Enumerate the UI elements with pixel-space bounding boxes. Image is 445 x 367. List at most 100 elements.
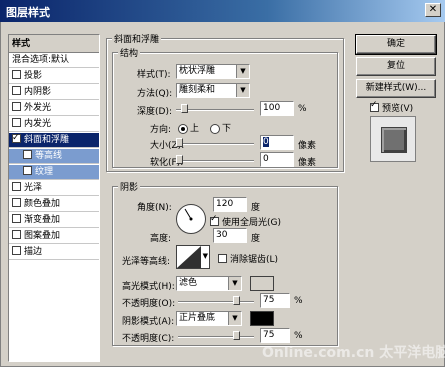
checkbox[interactable] — [12, 182, 21, 191]
ok-button[interactable]: 确定 — [355, 34, 437, 55]
size-field-value: 0 — [263, 137, 269, 147]
checkbox[interactable] — [12, 230, 21, 239]
depth-field[interactable]: 100 — [260, 101, 294, 116]
global-light-option[interactable]: 使用全局光(G) — [210, 214, 281, 228]
checkbox[interactable] — [12, 214, 21, 223]
checkbox[interactable] — [12, 131, 21, 146]
depth-slider-thumb[interactable] — [181, 104, 188, 113]
radio-up-label: 上 — [190, 124, 200, 134]
checkbox[interactable] — [23, 150, 32, 159]
highlight-opacity-track[interactable] — [178, 301, 254, 303]
checkbox[interactable] — [12, 118, 21, 127]
list-item-label: 外发光 — [24, 103, 52, 113]
antialias-label: 消除锯齿(L) — [230, 255, 279, 265]
chevron-down-icon: ▼ — [228, 277, 241, 290]
angle-label: 角度(N): — [137, 203, 172, 213]
style-item-pattern-overlay[interactable]: 图案叠加 — [9, 229, 99, 244]
global-light-label: 使用全局光(G) — [222, 218, 281, 228]
depth-unit: % — [298, 104, 307, 114]
direction-down-option[interactable]: 下 — [210, 121, 231, 134]
chevron-down-icon: ▼ — [228, 312, 241, 325]
chevron-down-icon: ▼ — [236, 65, 249, 78]
list-item-label: 等高线 — [35, 151, 63, 161]
bevel-emboss-title: 斜面和浮雕 — [112, 32, 162, 45]
preview-option[interactable]: 预览(V) — [370, 100, 414, 114]
close-button[interactable]: ✕ — [425, 3, 441, 17]
shadow-opacity-field[interactable]: 75 — [260, 328, 290, 343]
shadow-mode-value: 正片叠底 — [179, 313, 216, 323]
depth-label: 深度(D): — [137, 107, 172, 117]
style-item-color-overlay[interactable]: 颜色叠加 — [9, 197, 99, 212]
style-dropdown[interactable]: 枕状浮雕 ▼ — [176, 64, 250, 79]
angle-dial[interactable] — [176, 204, 206, 234]
preview-label: 预览(V) — [382, 104, 414, 114]
global-light-checkbox[interactable] — [210, 214, 219, 226]
soften-unit: 像素 — [298, 158, 317, 168]
soften-slider-thumb[interactable] — [176, 155, 183, 164]
size-slider-thumb[interactable] — [176, 138, 183, 147]
checkbox[interactable] — [12, 198, 21, 207]
style-item-satin[interactable]: 光泽 — [9, 181, 99, 196]
style-item-stroke[interactable]: 描边 — [9, 245, 99, 260]
list-item-label: 混合选项:默认 — [12, 55, 70, 65]
style-item-inner-glow[interactable]: 内发光 — [9, 117, 99, 132]
altitude-field[interactable]: 30 — [213, 228, 247, 243]
preview-checkbox[interactable] — [370, 100, 379, 112]
checkbox[interactable] — [12, 70, 21, 79]
antialias-option[interactable]: 消除锯齿(L) — [218, 252, 278, 265]
shadow-opacity-label: 不透明度(C): — [122, 334, 175, 344]
technique-dropdown-value: 雕刻柔和 — [179, 85, 216, 95]
shading-title: 阴影 — [118, 180, 141, 193]
antialias-checkbox[interactable] — [218, 254, 227, 263]
angle-unit: 度 — [251, 203, 261, 213]
style-item-gradient-overlay[interactable]: 渐变叠加 — [9, 213, 99, 228]
watermark-text: Online.com.cn 太平洋电脑网 — [262, 345, 445, 361]
shadow-color-swatch[interactable] — [250, 311, 274, 326]
styles-list: 样式 混合选项:默认 投影 内阴影 外发光 内发光 斜面和浮雕 等高线 纹理 光… — [8, 34, 100, 362]
shadow-opacity-track[interactable] — [178, 336, 254, 338]
checkbox[interactable] — [12, 102, 21, 111]
checkbox[interactable] — [12, 246, 21, 255]
reset-button[interactable]: 复位 — [356, 57, 436, 76]
shadow-opacity-thumb[interactable] — [233, 331, 240, 340]
angle-indicator-icon — [184, 208, 193, 221]
shadow-mode-label: 阴影模式(A): — [122, 317, 175, 327]
direction-up-option[interactable]: 上 — [178, 121, 199, 134]
technique-dropdown[interactable]: 雕刻柔和 ▼ — [176, 83, 250, 98]
style-item-drop-shadow[interactable]: 投影 — [9, 69, 99, 84]
list-item-label: 光泽 — [24, 183, 43, 193]
angle-field[interactable]: 120 — [213, 197, 247, 212]
size-slider-track[interactable] — [178, 143, 254, 145]
shadow-opacity-unit: % — [294, 331, 303, 341]
style-item-contour[interactable]: 等高线 — [9, 149, 99, 164]
window-title: 图层样式 — [6, 6, 50, 19]
style-item-bevel-emboss[interactable]: 斜面和浮雕 — [9, 131, 99, 148]
style-item-outer-glow[interactable]: 外发光 — [9, 101, 99, 116]
highlight-opacity-thumb[interactable] — [233, 296, 240, 305]
preview-shape — [381, 127, 407, 153]
new-style-button[interactable]: 新建样式(W)... — [356, 79, 436, 98]
soften-slider-track[interactable] — [178, 160, 254, 162]
shadow-mode-dropdown[interactable]: 正片叠底 ▼ — [176, 311, 242, 326]
soften-field[interactable]: 0 — [260, 152, 294, 167]
list-item-label: 图案叠加 — [24, 231, 61, 241]
highlight-mode-value: 滤色 — [179, 278, 198, 288]
checkbox[interactable] — [23, 166, 32, 175]
gloss-contour-picker[interactable]: ▼ — [176, 245, 210, 269]
styles-header[interactable]: 样式 — [9, 35, 99, 53]
size-field[interactable]: 0 — [260, 135, 294, 150]
list-item-label: 纹理 — [35, 167, 54, 177]
highlight-opacity-label: 不透明度(O): — [122, 299, 176, 309]
radio-down[interactable] — [210, 123, 220, 134]
style-item-texture[interactable]: 纹理 — [9, 165, 99, 180]
style-item-blending-options[interactable]: 混合选项:默认 — [9, 53, 99, 68]
style-item-inner-shadow[interactable]: 内阴影 — [9, 85, 99, 100]
radio-up[interactable] — [178, 123, 188, 134]
highlight-mode-dropdown[interactable]: 滤色 ▼ — [176, 276, 242, 291]
preview-swatch — [370, 116, 416, 162]
list-item-label: 投影 — [24, 71, 43, 81]
highlight-opacity-field[interactable]: 75 — [260, 293, 290, 308]
size-unit: 像素 — [298, 141, 317, 151]
highlight-color-swatch[interactable] — [250, 276, 274, 291]
checkbox[interactable] — [12, 86, 21, 95]
